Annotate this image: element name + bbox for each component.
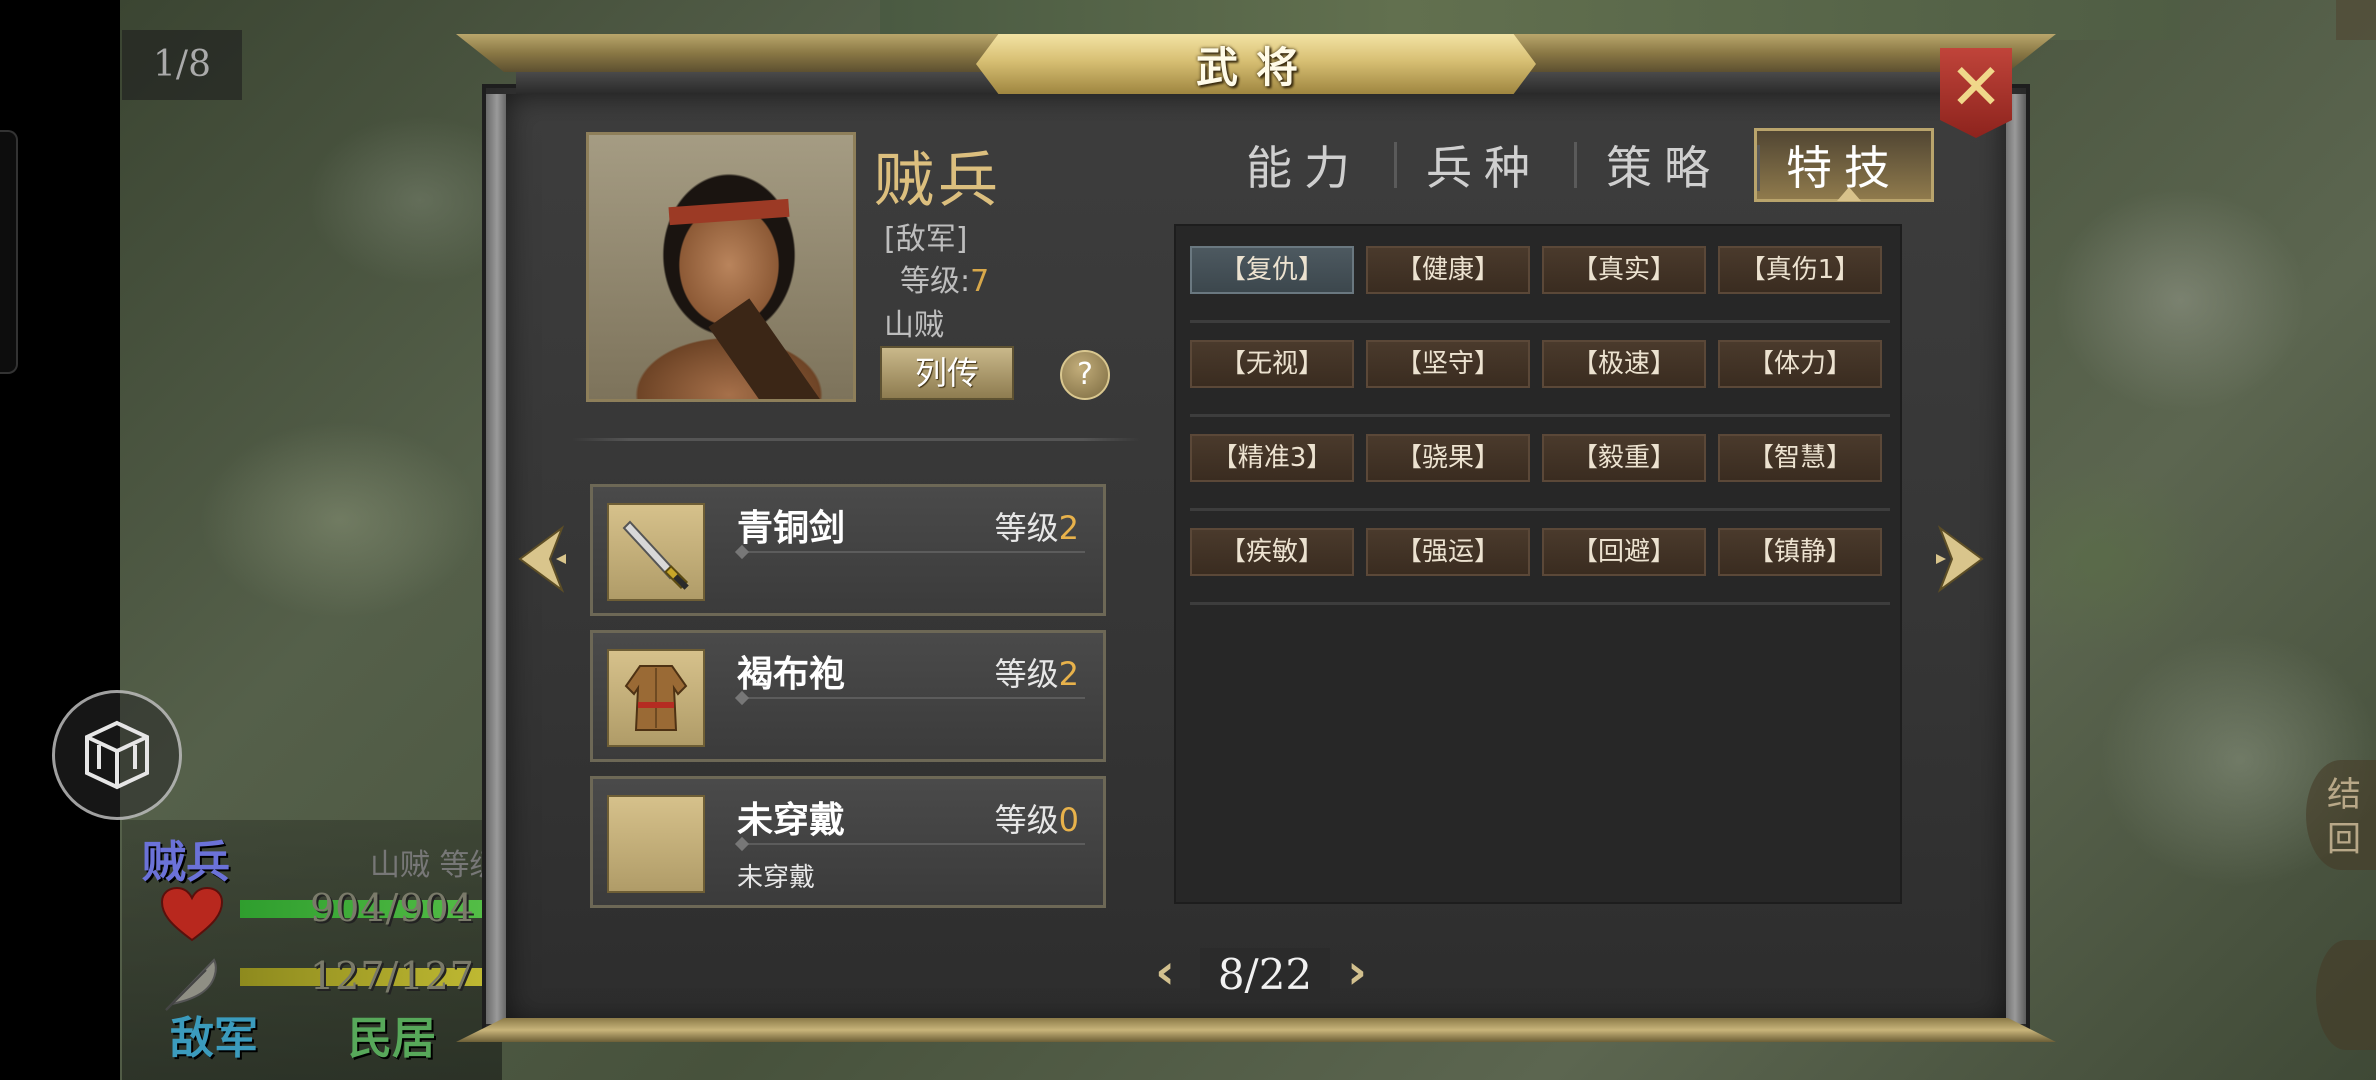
tab-troop-type[interactable]: 兵种 [1394,128,1574,202]
headband [668,198,790,226]
pager-label: 8/22 [1200,948,1330,1000]
general-faction: [敌军] [884,222,968,257]
robe-icon [607,649,705,747]
general-name: 贼兵 [874,146,1002,216]
equipment-level-label: 等级 [994,801,1059,839]
equipment-level-value: 2 [1058,509,1079,547]
sword-icon [607,503,705,601]
skill-item[interactable]: 【体力】 [1718,340,1882,388]
skill-item[interactable]: 【智慧】 [1718,434,1882,482]
biography-button[interactable]: 列传 [880,346,1014,400]
skill-item[interactable]: 【精准3】 [1190,434,1354,482]
equipment-level-label: 等级 [994,509,1059,547]
dialog-title-plate: 武将 [976,34,1536,94]
left-divider [572,438,1140,441]
equipment-slot-weapon[interactable]: 青铜剑 等级2 [590,484,1106,616]
general-dialog: 武将 ✕ 贼兵 [敌军] 等级:7 山贼 列传 ? 青铜剑 等级2 褐布袍 等级… [456,34,2056,1044]
skill-item[interactable]: 【镇静】 [1718,528,1882,576]
unit-faction: 敌军 [170,1013,258,1064]
skill-row: 【精准3】 【骁果】 【毅重】 【智慧】 [1190,414,1890,511]
right-top-corner-button[interactable] [2336,0,2376,40]
skill-item[interactable]: 【骁果】 [1366,434,1530,482]
left-edge-tab[interactable] [0,130,18,374]
skill-row: 【疾敏】 【强运】 【回避】 【镇静】 [1190,508,1890,605]
general-pager: ‹ 8/22 › [1136,946,1376,1006]
skill-item[interactable]: 【健康】 [1366,246,1530,294]
skill-item[interactable]: 【无视】 [1190,340,1354,388]
tab-special-skills[interactable]: 特技 [1754,128,1934,202]
right-edge-menu-button[interactable] [2316,940,2376,1050]
skill-item[interactable]: 【极速】 [1542,340,1706,388]
chevron-right-icon [1936,525,1984,593]
shoulder-strap [708,298,830,399]
heart-icon [160,886,224,942]
unit-name: 贼兵 [142,837,230,888]
dialog-title: 武将 [1195,42,1316,92]
mp-value: 127/127 [310,954,475,998]
left-pillar [486,94,508,1024]
chevron-left-icon [518,525,566,593]
skill-item[interactable]: 【回避】 [1542,528,1706,576]
close-icon: ✕ [1949,51,2003,125]
right-pillar [2004,94,2026,1024]
skill-row: 【无视】 【坚守】 【极速】 【体力】 [1190,320,1890,417]
tab-strategy[interactable]: 策略 [1574,128,1754,202]
general-class: 山贼 [884,308,944,343]
skill-item[interactable]: 【毅重】 [1542,434,1706,482]
empty-slot-icon [607,795,705,893]
equipment-level: 等级2 [995,503,1079,549]
skill-row: 【复仇】 【健康】 【真实】 【真伤1】 [1190,226,1890,323]
equipment-slot-armor[interactable]: 褐布袍 等级2 [590,630,1106,762]
pager-next-button[interactable]: › [1340,946,1374,1002]
skill-item[interactable]: 【真实】 [1542,246,1706,294]
end-turn-label: 结 回 [2320,775,2361,855]
skill-item[interactable]: 【复仇】 [1190,246,1354,294]
general-level-value: 7 [970,264,990,299]
equipment-level: 等级2 [995,649,1079,695]
tab-ability[interactable]: 能力 [1214,128,1394,202]
skills-panel: 【复仇】 【健康】 【真实】 【真伤1】 【无视】 【坚守】 【极速】 【体力】… [1174,224,1902,904]
equipment-divider [737,843,1085,845]
info-tabs: 能力 兵种 策略 特技 [1214,128,1934,202]
general-portrait [586,132,856,402]
next-general-button[interactable] [1926,504,1996,614]
dialog-bottom-rail [456,1018,2056,1042]
general-level-label: 等级: [900,264,971,299]
general-level: 等级:7 [900,256,989,300]
equipment-level-value: 0 [1058,801,1079,839]
equipment-divider [737,551,1085,553]
cube-menu-button[interactable] [52,690,182,820]
skill-item[interactable]: 【强运】 [1366,528,1530,576]
equipment-name: 青铜剑 [737,508,846,549]
pager-prev-button[interactable]: ‹ [1148,946,1182,1002]
hp-value: 904/904 [310,886,475,930]
equipment-name: 褐布袍 [737,654,846,695]
map-page-indicator: 1/8 [122,30,242,100]
equipment-name: 未穿戴 [737,800,846,841]
skill-item[interactable]: 【坚守】 [1366,340,1530,388]
help-button[interactable]: ? [1060,350,1110,400]
equipment-sub-label: 未穿戴 [737,863,816,893]
equipment-level: 等级0 [995,795,1079,841]
equipment-divider [737,697,1085,699]
previous-general-button[interactable] [506,504,576,614]
equipment-level-value: 2 [1058,655,1079,693]
equipment-level-label: 等级 [994,655,1059,693]
cube-icon [85,720,149,790]
equipment-slot-accessory[interactable]: 未穿戴 等级0 未穿戴 [590,776,1106,908]
end-turn-button[interactable]: 结 回 [2306,760,2376,870]
unit-terrain: 民居 [348,1013,436,1064]
skill-item[interactable]: 【疾敏】 [1190,528,1354,576]
skill-item[interactable]: 【真伤1】 [1718,246,1882,294]
close-button[interactable]: ✕ [1940,48,2012,138]
